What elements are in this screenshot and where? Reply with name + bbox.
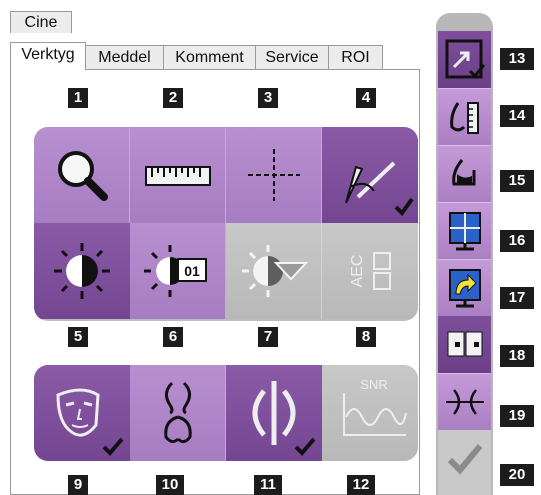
fit-view-icon — [445, 39, 486, 79]
invert-button[interactable] — [226, 365, 322, 461]
number-badge: 4 — [356, 88, 376, 108]
number-badge: 13 — [500, 48, 534, 70]
swap-view-icon — [449, 269, 481, 308]
contrast-icon — [54, 243, 110, 299]
ruler-button[interactable] — [130, 127, 226, 223]
contrast-roi-icon — [242, 245, 309, 297]
breast-implant-icon — [164, 381, 192, 444]
tools-grid: 01 AEC — [34, 127, 418, 321]
quad-view-button[interactable] — [438, 202, 491, 259]
contrast-preset-icon: 01 — [144, 245, 207, 297]
accept-button[interactable] — [438, 430, 491, 495]
measure-breast-icon — [450, 102, 479, 134]
tab-komment[interactable]: Komment — [163, 45, 256, 69]
number-badge: 20 — [500, 464, 534, 486]
crosshair-icon — [248, 149, 300, 201]
number-badge: 6 — [163, 327, 183, 347]
tab-verktyg[interactable]: Verktyg — [10, 42, 86, 70]
right-toolbar — [436, 13, 493, 495]
fit-view-button[interactable] — [438, 31, 491, 88]
magnifier-button[interactable] — [34, 127, 130, 223]
number-badge: 8 — [356, 327, 376, 347]
number-badge: 3 — [258, 88, 278, 108]
face-mask-icon — [56, 388, 124, 456]
number-badge: 14 — [500, 105, 534, 127]
scalpel-tools-button[interactable] — [322, 127, 418, 223]
aec-label: AEC — [349, 255, 366, 288]
aec-button[interactable]: AEC — [322, 223, 418, 319]
invert-icon — [252, 381, 316, 456]
number-badge: 18 — [500, 345, 534, 367]
number-badge: 7 — [258, 327, 278, 347]
tab-roi[interactable]: ROI — [328, 45, 383, 69]
breast-implant-button[interactable] — [130, 365, 226, 461]
measure-breast-button[interactable] — [438, 88, 491, 145]
breast-marker-button[interactable] — [438, 145, 491, 202]
crosshair-button[interactable] — [226, 127, 322, 223]
side-by-side-button[interactable] — [438, 316, 491, 373]
number-badge: 12 — [347, 475, 375, 495]
contrast-preset-button[interactable]: 01 — [130, 223, 226, 319]
number-badge: 15 — [500, 170, 534, 192]
number-badge: 5 — [68, 327, 88, 347]
face-mask-button[interactable] — [34, 365, 130, 461]
snr-label: SNR — [360, 377, 387, 392]
merge-icon — [446, 389, 484, 415]
tools-row-bottom: SNR — [34, 365, 418, 461]
preset-number: 01 — [184, 263, 200, 279]
magnifier-icon — [58, 151, 108, 201]
ruler-icon — [145, 166, 211, 186]
aec-icon: AEC — [349, 252, 391, 290]
side-by-side-icon — [447, 331, 483, 357]
snr-icon: SNR — [343, 377, 407, 436]
number-badge: 17 — [500, 287, 534, 309]
tab-service[interactable]: Service — [255, 45, 329, 69]
number-badge: 1 — [68, 88, 88, 108]
contrast-roi-button[interactable] — [226, 223, 322, 319]
swap-view-button[interactable] — [438, 259, 491, 316]
accept-icon — [447, 444, 483, 475]
number-badge: 16 — [500, 230, 534, 252]
tab-cine[interactable]: Cine — [10, 11, 72, 33]
merge-button[interactable] — [438, 373, 491, 430]
snr-button[interactable]: SNR — [322, 365, 418, 461]
tab-meddel[interactable]: Meddel — [85, 45, 164, 69]
number-badge: 2 — [163, 88, 183, 108]
number-badge: 10 — [156, 475, 184, 495]
scalpel-tools-icon — [345, 161, 414, 217]
contrast-button[interactable] — [34, 223, 130, 319]
quad-view-icon — [449, 212, 481, 251]
breast-marker-icon — [452, 159, 476, 186]
number-badge: 11 — [254, 475, 282, 495]
number-badge: 19 — [500, 405, 534, 427]
number-badge: 9 — [68, 475, 88, 495]
